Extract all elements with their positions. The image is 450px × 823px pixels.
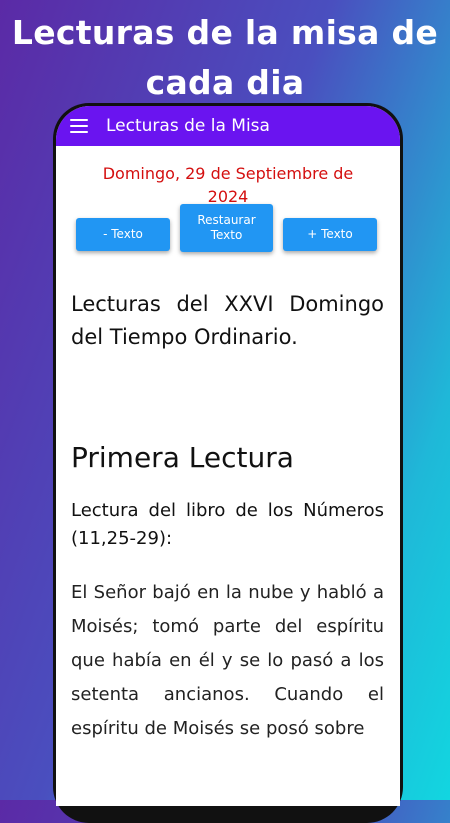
text-size-controls: - Texto Restaurar Texto + Texto — [56, 204, 400, 278]
hamburger-menu-icon[interactable] — [70, 119, 88, 133]
section-heading: Primera Lectura — [71, 441, 294, 474]
decrease-text-button[interactable]: - Texto — [76, 218, 170, 251]
reset-text-label: Restaurar Texto — [197, 213, 256, 242]
reset-text-button[interactable]: Restaurar Texto — [180, 204, 273, 252]
reading-title: Lecturas del XXVI Domingo del Tiempo Ord… — [71, 292, 384, 349]
reading-body-text: El Señor bajó en la nube y habló a Moisé… — [71, 582, 384, 739]
book-reference: Lectura del libro de los Números (11,25-… — [71, 500, 384, 549]
reading-content: Lecturas del XXVI Domingo del Tiempo Ord… — [56, 288, 400, 746]
increase-text-button[interactable]: + Texto — [283, 218, 377, 251]
app-bar: Lecturas de la Misa — [56, 106, 400, 146]
app-screen: Lecturas de la Misa Domingo, 29 de Septi… — [56, 106, 400, 806]
app-bar-title: Lecturas de la Misa — [106, 116, 270, 136]
promo-title: Lecturas de la misa de cada dia — [11, 13, 439, 102]
reading-date: Domingo, 29 de Septiembre de 2024 — [102, 164, 354, 206]
